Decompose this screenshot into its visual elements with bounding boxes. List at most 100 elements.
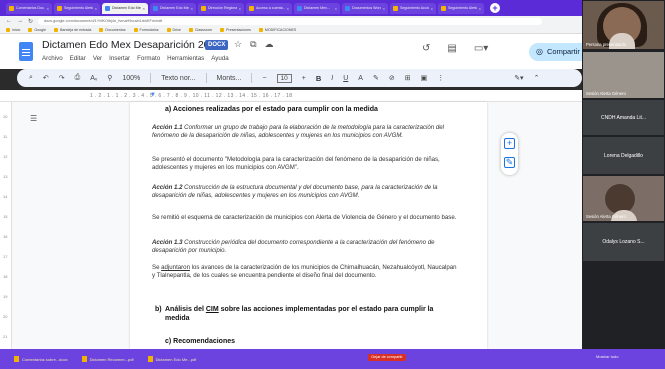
decrease-font-icon[interactable]: − [262,75,266,82]
browser-tab-active[interactable]: Dictamen Edo Mex...× [102,2,148,14]
spellcheck-word[interactable]: CIM [206,306,219,313]
docs-logo-icon[interactable] [19,42,33,61]
browser-tab[interactable]: Seguimiento Acciones...× [390,2,436,14]
bookmark[interactable]: Google [28,27,46,32]
document-title[interactable]: Dictamen Edo Mex Desaparición 2023 [42,39,221,51]
download-item[interactable]: Dictamen Edo Me...pdf [147,354,196,364]
tab-favicon-icon [9,5,14,11]
bookmark[interactable]: Inicio [6,27,20,32]
close-icon[interactable]: × [143,6,145,11]
close-icon[interactable]: × [47,6,49,11]
participant-tile[interactable]: Sesión Alerta Género [583,176,664,221]
bookmark-label: Presentaciones [226,27,251,32]
participant-tile[interactable]: CNDH Amanda Lit... [583,100,664,135]
new-tab-button[interactable]: + [490,3,500,13]
add-comment-icon[interactable]: ⊞ [405,74,411,82]
menu-formato[interactable]: Formato [137,55,160,62]
browser-tab[interactable]: Dictamen Mex... × [294,2,340,14]
style-select[interactable]: Texto nor... [161,75,195,82]
bookmark[interactable]: Classroom [188,27,212,32]
spellcheck-icon[interactable]: Aᵥ [90,75,97,82]
browser-tab[interactable]: Dictamen Edo Mex...× [150,2,196,14]
menu-insertar[interactable]: Insertar [109,55,130,62]
browser-tab[interactable]: Seguimiento Alerta...× [438,2,484,14]
insert-image-icon[interactable]: ▣ [421,74,428,82]
participant-tile[interactable]: Persona presentando [583,1,664,49]
link-icon[interactable]: ⊘ [389,74,395,82]
history-icon[interactable]: ↺ [422,43,430,54]
bookmark[interactable]: Bandeja de entrada [53,27,91,32]
stop-sharing-button[interactable]: Dejar de compartir [368,354,406,361]
close-icon[interactable]: × [383,6,385,11]
bookmark[interactable]: Formularios [133,27,159,32]
close-icon[interactable]: × [287,6,289,11]
bold-icon[interactable]: B [316,74,321,83]
participant-tile[interactable]: Odalys Lozano S... [583,223,664,261]
download-item[interactable]: Comentarios sobre...docx [14,354,68,364]
more-icon[interactable]: ⋮ [437,74,444,82]
suggest-edit-icon[interactable]: ✎ [504,157,515,168]
close-icon[interactable]: × [95,6,97,11]
close-icon[interactable]: × [431,6,433,11]
browser-tab[interactable]: Comentarios Doc... × [6,2,52,14]
text-color-icon[interactable]: A [358,75,363,82]
accion-label: Acción 1.1 [152,124,183,131]
menu-ayuda[interactable]: Ayuda [211,55,228,62]
accion-label: Acción 1.3 [152,239,183,246]
bookmark[interactable]: MODIFICACIONES [258,27,296,32]
horizontal-ruler: 1 . 2 . 1 . 1 . 2 . 3 . 4 . 5 . 6 . 7 . … [0,90,582,102]
highlight-icon[interactable]: ✎ [373,74,379,82]
close-icon[interactable]: × [191,6,193,11]
bookmark[interactable]: Documentos [99,27,126,32]
paint-format-icon[interactable]: ⚲ [107,74,112,82]
forward-icon[interactable]: → [17,18,23,24]
redo-icon[interactable]: ↷ [59,74,65,82]
tab-title: Seguimiento Acciones... [400,6,429,10]
menu-herramientas[interactable]: Herramientas [167,55,204,62]
comments-icon[interactable]: ▤ [447,43,456,54]
url-input[interactable]: docs.google.com/document/d/1YMKOIbj4n_fv… [38,17,542,25]
undo-icon[interactable]: ↶ [43,74,49,82]
tab-favicon-icon [249,5,254,11]
participant-tile[interactable]: Sesión Alerta Género [583,52,664,98]
print-icon[interactable]: ⎙ [75,74,81,82]
download-name: Comentarios sobre...docx [22,356,68,362]
star-icon[interactable]: ☆ [234,39,242,50]
browser-tab[interactable]: Seguimiento Alerta...× [54,2,100,14]
browser-tab[interactable]: Acceso a cuenta... × [246,2,292,14]
collapse-icon[interactable]: ⌃ [534,74,540,82]
browser-tab[interactable]: Documentos Word...× [342,2,388,14]
text-run: Se [152,264,162,271]
search-icon[interactable]: ⌕ [29,74,33,82]
zoom-select[interactable]: 100% [122,75,140,82]
participant-name: CNDH Amanda Lit... [600,114,647,121]
browser-tab[interactable]: Dirección Regional...× [198,2,244,14]
font-select[interactable]: Monts... [217,75,242,82]
back-icon[interactable]: ← [6,18,12,24]
menu-ver[interactable]: Ver [93,55,102,62]
bookmark[interactable]: Drive [166,27,181,32]
close-icon[interactable]: × [479,6,481,11]
indent-marker-icon[interactable]: ▼ [150,92,156,98]
move-folder-icon[interactable]: ⧉ [250,39,256,50]
menu-editar[interactable]: Editar [70,55,86,62]
close-icon[interactable]: × [335,6,337,11]
document-outline-icon[interactable]: ☰ [30,114,37,123]
share-button[interactable]: Compartir [529,43,589,61]
editing-mode-icon[interactable]: ✎▾ [514,74,523,82]
increase-font-icon[interactable]: + [302,75,306,82]
add-comment-icon[interactable]: + [504,138,515,149]
close-icon[interactable]: × [239,6,241,11]
show-all-downloads-button[interactable]: Mostrar todo [596,354,618,359]
spellcheck-word[interactable]: adjuntaron [161,264,190,271]
meet-icon[interactable]: ▭▾ [474,43,488,54]
italic-icon[interactable]: I [331,75,333,82]
download-item[interactable]: Dictamen Recomen...pdf [81,354,134,364]
participant-tile[interactable]: Lorena Delgadillo [583,137,664,174]
font-size-input[interactable]: 10 [276,73,292,83]
underline-icon[interactable]: U [343,75,348,82]
menu-archivo[interactable]: Archivo [42,55,63,62]
document-page[interactable]: a) Acciones realizadas por el estado par… [130,102,487,349]
bookmark[interactable]: Presentaciones [220,27,251,32]
reload-icon[interactable]: ↻ [28,18,33,25]
